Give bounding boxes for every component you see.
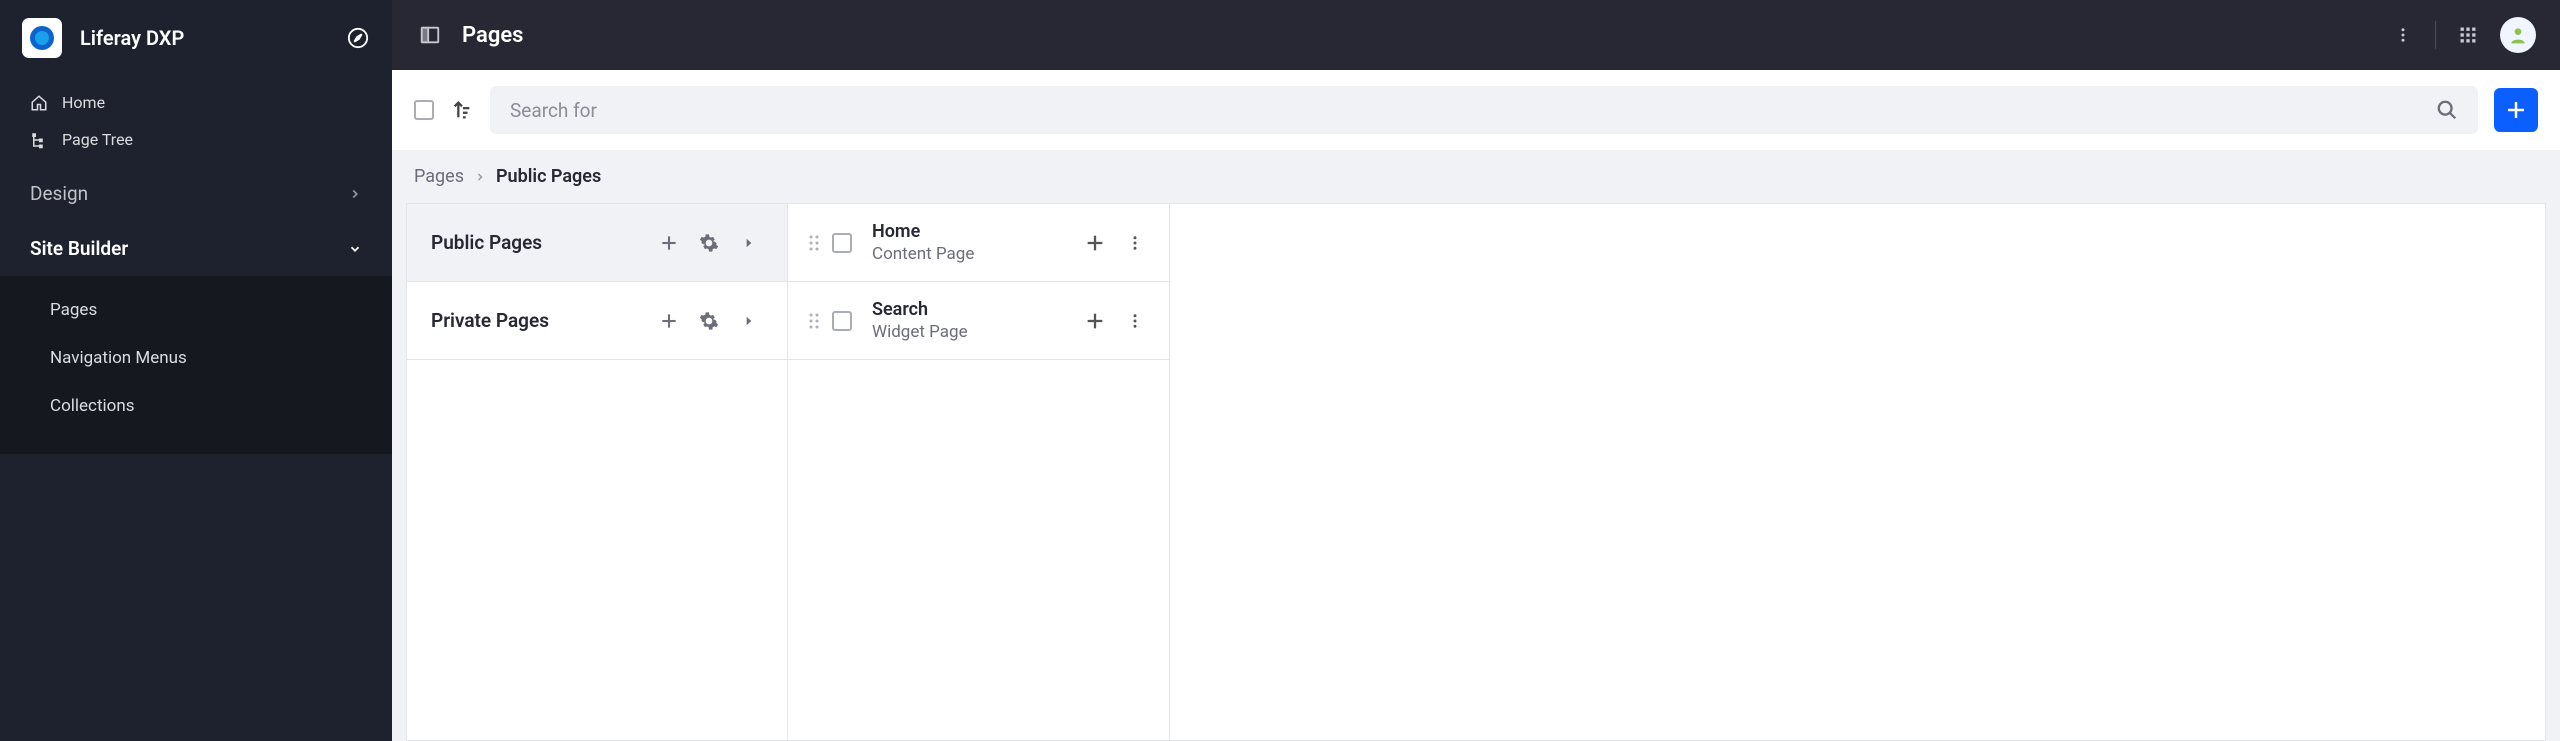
chevron-down-icon (348, 242, 362, 256)
add-child-page-button[interactable] (1081, 307, 1109, 335)
page-title-text: Search (872, 299, 1069, 320)
settings-button[interactable] (695, 229, 723, 257)
search-icon[interactable] (2436, 99, 2458, 121)
breadcrumb: Pages Public Pages (392, 150, 2560, 203)
page-checkbox[interactable] (832, 233, 852, 253)
add-child-button[interactable] (655, 229, 683, 257)
page-set-label: Private Pages (431, 309, 643, 332)
chevron-right-icon (474, 171, 486, 183)
plus-icon (659, 311, 679, 331)
plus-icon (659, 233, 679, 253)
content-columns: Public Pages (392, 203, 2560, 741)
sort-button[interactable] (450, 98, 474, 122)
sidebar-section-label: Site Builder (30, 237, 128, 260)
page-set-label: Public Pages (431, 231, 643, 254)
sidebar-nav: Home Page Tree (0, 76, 392, 166)
sidebar-header: Liferay DXP (0, 0, 392, 76)
sidebar-subitem-label: Pages (50, 300, 97, 320)
kebab-icon (1126, 234, 1144, 252)
column-page-sets: Public Pages (406, 203, 788, 741)
page-row[interactable]: Search Widget Page (788, 282, 1169, 360)
sidebar-subitem-label: Collections (50, 396, 135, 416)
page-type-text: Content Page (872, 244, 1069, 264)
add-button[interactable] (2494, 88, 2538, 132)
explore-button[interactable] (346, 26, 370, 50)
settings-button[interactable] (695, 307, 723, 335)
expand-button[interactable] (735, 229, 763, 257)
sidebar-subnav: Pages Navigation Menus Collections (0, 276, 392, 454)
breadcrumb-current: Public Pages (496, 166, 601, 187)
toolbar (392, 70, 2560, 150)
topbar: Pages (392, 0, 2560, 70)
sidebar-item-label: Home (62, 93, 105, 112)
sort-icon (451, 99, 473, 121)
panel-icon (419, 24, 441, 46)
page-title-text: Home (872, 221, 1069, 242)
sidebar: Liferay DXP Home (0, 0, 392, 741)
panel-toggle-button[interactable] (416, 21, 444, 49)
select-all-checkbox[interactable] (414, 100, 434, 120)
drag-handle-icon[interactable] (808, 234, 820, 252)
sidebar-section-label: Design (30, 182, 88, 205)
tree-icon (30, 131, 48, 149)
add-child-button[interactable] (655, 307, 683, 335)
plus-icon (1084, 232, 1106, 254)
topbar-kebab-button[interactable] (2389, 21, 2417, 49)
search-field (490, 86, 2478, 134)
drag-handle-icon[interactable] (808, 312, 820, 330)
main: Pages (392, 0, 2560, 741)
page-set-private[interactable]: Private Pages (407, 282, 787, 360)
sidebar-item-page-tree[interactable]: Page Tree (0, 121, 392, 158)
plus-icon (1084, 310, 1106, 332)
home-icon (30, 94, 48, 112)
user-icon (2508, 25, 2528, 45)
brand-logo[interactable] (22, 18, 62, 58)
page-type-text: Widget Page (872, 322, 1069, 342)
gear-icon (699, 233, 719, 253)
column-pages: Home Content Page (788, 203, 1170, 741)
page-kebab-button[interactable] (1121, 229, 1149, 257)
kebab-icon (1126, 312, 1144, 330)
liferay-logo-icon (29, 25, 55, 51)
sidebar-section-design[interactable]: Design (0, 166, 392, 221)
expand-button[interactable] (735, 307, 763, 335)
sidebar-subitem-navigation-menus[interactable]: Navigation Menus (0, 334, 392, 382)
page-info: Search Widget Page (872, 299, 1069, 342)
page-title: Pages (462, 23, 2371, 48)
sidebar-item-label: Page Tree (62, 130, 133, 149)
page-info: Home Content Page (872, 221, 1069, 264)
page-kebab-button[interactable] (1121, 307, 1149, 335)
compass-icon (347, 27, 369, 49)
breadcrumb-item[interactable]: Pages (414, 166, 464, 187)
divider (2435, 21, 2436, 49)
sidebar-item-home[interactable]: Home (0, 84, 392, 121)
page-set-public[interactable]: Public Pages (407, 204, 787, 282)
kebab-icon (2394, 26, 2412, 44)
sidebar-section-site-builder[interactable]: Site Builder (0, 221, 392, 276)
add-child-page-button[interactable] (1081, 229, 1109, 257)
chevron-right-icon (348, 187, 362, 201)
sidebar-subitem-pages[interactable]: Pages (0, 286, 392, 334)
caret-right-icon (742, 314, 756, 328)
apps-grid-button[interactable] (2454, 21, 2482, 49)
user-avatar[interactable] (2500, 17, 2536, 53)
page-checkbox[interactable] (832, 311, 852, 331)
gear-icon (699, 311, 719, 331)
caret-right-icon (742, 236, 756, 250)
brand-title: Liferay DXP (80, 26, 328, 50)
sidebar-subitem-label: Navigation Menus (50, 348, 187, 368)
page-row[interactable]: Home Content Page (788, 204, 1169, 282)
search-input[interactable] (510, 99, 2436, 122)
column-detail (1170, 203, 2546, 741)
app: Liferay DXP Home (0, 0, 2560, 741)
sidebar-subitem-collections[interactable]: Collections (0, 382, 392, 430)
grid-icon (2458, 25, 2478, 45)
plus-icon (2504, 98, 2528, 122)
